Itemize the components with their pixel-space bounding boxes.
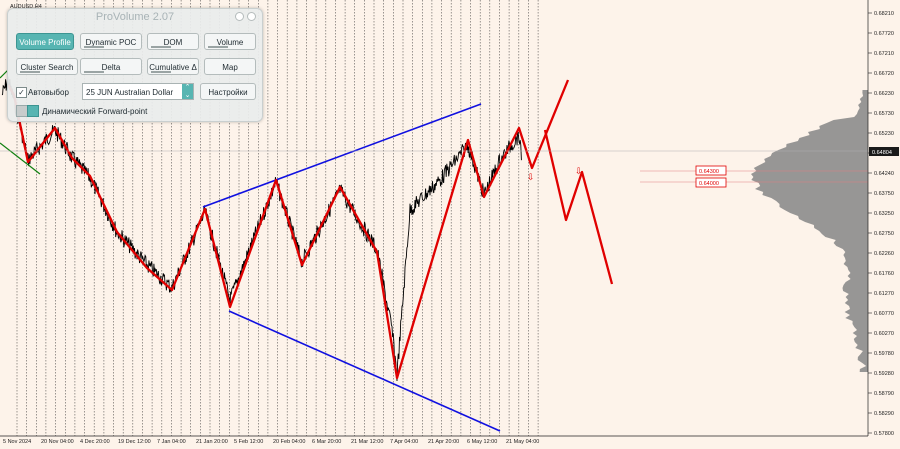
price-axis-label: 0.58790: [874, 391, 894, 397]
price-axis-label: 0.61270: [874, 291, 894, 297]
map-button[interactable]: Map: [204, 58, 256, 75]
svg-text:0.64300: 0.64300: [699, 169, 719, 175]
price-axis-label: 0.62750: [874, 231, 894, 237]
price-axis-label: 0.68210: [874, 11, 894, 17]
price-axis-label: 0.66230: [874, 91, 894, 97]
svg-text:0.64000: 0.64000: [699, 181, 719, 187]
price-axis-label: 0.65730: [874, 111, 894, 117]
time-axis-label: 5 Feb 12:00: [234, 439, 263, 445]
price-axis-label: 0.66720: [874, 71, 894, 77]
price-tag[interactable]: 0.64000: [695, 177, 727, 188]
down-arrow-icon: ⇩: [527, 173, 535, 183]
price-axis-label: 0.57800: [874, 431, 894, 437]
price-axis-label: 0.67720: [874, 31, 894, 37]
chevron-up-down-icon[interactable]: ⌃ ⌄: [182, 84, 193, 99]
cumulative-delta-button[interactable]: Cumulative Δ: [147, 58, 199, 75]
price-axis-label: 0.61760: [874, 271, 894, 277]
down-arrow-icon: ⇩: [575, 167, 583, 177]
color-swatch-icon[interactable]: [27, 105, 39, 117]
cluster-search-button[interactable]: Cluster Search: [16, 58, 78, 75]
price-axis-label: 0.60770: [874, 311, 894, 317]
time-axis-label: 21 Apr 20:00: [428, 439, 459, 445]
price-axis-label: 0.60270: [874, 331, 894, 337]
time-axis-label: 6 May 12:00: [467, 439, 497, 445]
minimize-icon[interactable]: [235, 12, 244, 21]
instrument-select[interactable]: 25 JUN Australian Dollar ⌃ ⌄: [82, 83, 194, 100]
price-axis-label: 0.63750: [874, 191, 894, 197]
price-axis-label: 0.67210: [874, 51, 894, 57]
auto-select-checkbox[interactable]: ✓: [16, 87, 27, 98]
time-axis-label: 4 Dec 20:00: [80, 439, 110, 445]
svg-text:0.64804: 0.64804: [872, 150, 892, 156]
price-axis-label: 0.59280: [874, 371, 894, 377]
price-axis-label: 0.58290: [874, 411, 894, 417]
time-axis-label: 7 Apr 04:00: [390, 439, 418, 445]
time-axis-label: 5 Nov 2024: [3, 439, 31, 445]
time-axis-label: 7 Jan 04:00: [157, 439, 186, 445]
dynamic-poc-button[interactable]: Dynamic POC: [80, 33, 142, 50]
price-axis-label: 0.64240: [874, 171, 894, 177]
current-price-badge: 0.64804: [869, 147, 899, 156]
price-tag[interactable]: 0.64300: [695, 165, 727, 176]
time-axis-label: 6 Mar 20:00: [312, 439, 341, 445]
dom-button[interactable]: DOM: [147, 33, 199, 50]
panel-title: ProVolume 2.07: [95, 11, 175, 23]
time-axis-label: 21 Jan 20:00: [196, 439, 228, 445]
delta-button[interactable]: Delta: [80, 58, 142, 75]
time-axis-label: 20 Feb 04:00: [273, 439, 305, 445]
price-axis-label: 0.59780: [874, 351, 894, 357]
provolume-panel[interactable]: ProVolume 2.07 Volume Profile Dynamic PO…: [7, 8, 263, 122]
time-axis-label: 19 Dec 12:00: [118, 439, 151, 445]
time-axis-label: 21 Mar 12:00: [351, 439, 383, 445]
volume-button[interactable]: Volume: [204, 33, 256, 50]
close-icon[interactable]: [247, 12, 256, 21]
time-axis-label: 20 Nov 04:00: [41, 439, 74, 445]
price-axis-label: 0.62260: [874, 251, 894, 257]
settings-button[interactable]: Настройки: [200, 83, 256, 100]
volume-profile-button[interactable]: Volume Profile: [16, 33, 74, 50]
forward-point-label: Динамический Forward-point: [42, 107, 148, 116]
price-axis-label: 0.63250: [874, 211, 894, 217]
auto-select-label: Автовыбор: [28, 88, 69, 97]
price-axis-label: 0.65230: [874, 131, 894, 137]
time-axis-label: 21 May 04:00: [506, 439, 539, 445]
